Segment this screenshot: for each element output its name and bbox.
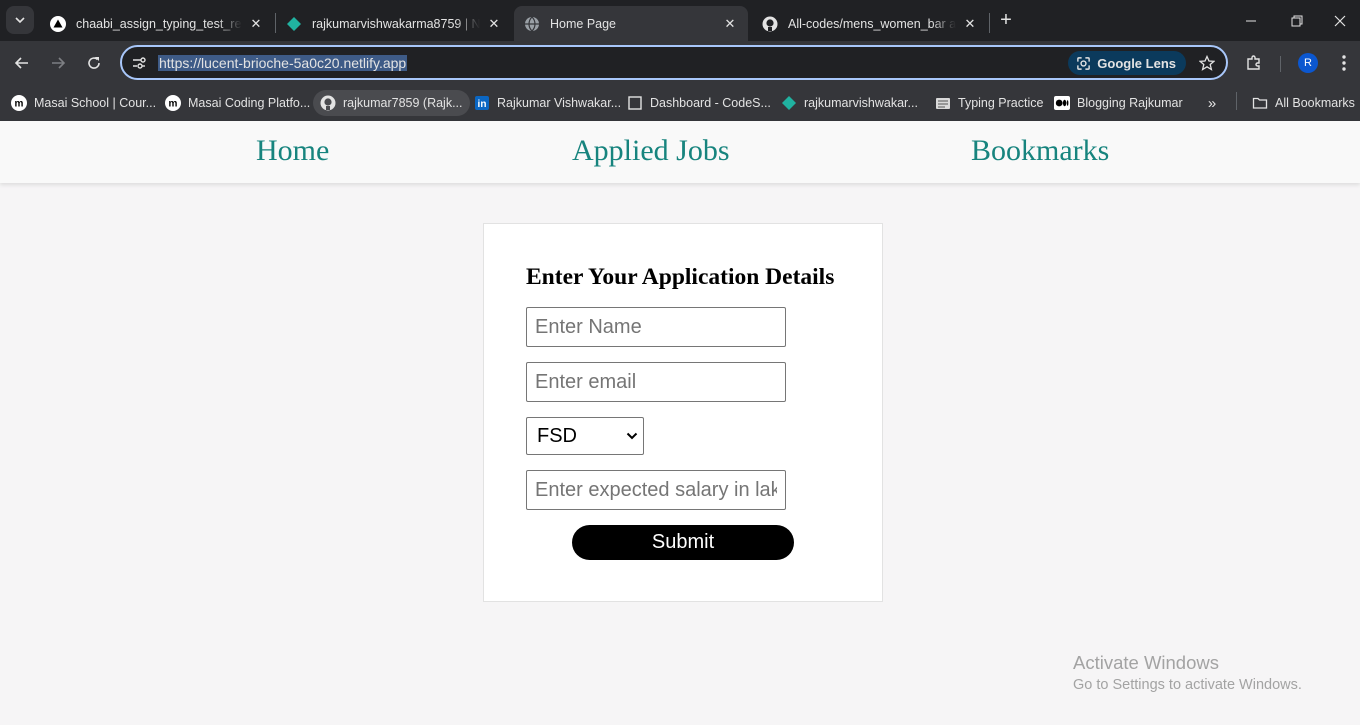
application-form: Enter Your Application Details FSD Submi… (483, 223, 883, 602)
watermark-title: Activate Windows (1073, 652, 1219, 673)
more-vertical-icon (1342, 55, 1346, 71)
forward-button[interactable] (44, 49, 72, 77)
close-tab-icon[interactable]: ✕ (722, 16, 738, 32)
browser-menu-button[interactable] (1330, 49, 1358, 77)
globe-icon (524, 16, 540, 32)
browser-tab-3[interactable]: Home Page ✕ (514, 6, 748, 41)
folder-icon (1252, 95, 1268, 111)
bookmark-star-icon[interactable] (1198, 54, 1216, 72)
netlify-diamond-icon (286, 16, 302, 32)
more-bookmarks-button[interactable]: » (1200, 90, 1224, 116)
medium-icon (1054, 95, 1070, 111)
bookmark-item[interactable]: Blogging Rajkumar (1047, 90, 1190, 116)
bookmark-label: Typing Practice (958, 96, 1044, 110)
bookmark-label: Blogging Rajkumar (1077, 96, 1183, 110)
url-text[interactable]: https://lucent-brioche-5a0c20.netlify.ap… (158, 55, 408, 71)
all-bookmarks-label: All Bookmarks (1275, 96, 1355, 110)
bookmark-label: Dashboard - CodeS... (650, 96, 771, 110)
restore-icon (1291, 15, 1303, 26)
close-tab-icon[interactable]: ✕ (962, 16, 978, 32)
minimize-icon (1246, 20, 1256, 21)
tab-title: chaabi_assign_typing_test_react (76, 16, 242, 31)
bookmark-item[interactable]: rajkumar7859 (Rajk... (313, 90, 470, 116)
bookmark-label: Rajkumar Vishwakar... (497, 96, 622, 110)
svg-text:in: in (478, 99, 487, 110)
site-settings-icon[interactable] (130, 54, 148, 72)
bookmark-label: rajkumar7859 (Rajk... (343, 96, 463, 110)
tab-title: All-codes/mens_women_bar at main (788, 16, 956, 31)
bookmarks-bar: m Masai School | Cour... m Masai Coding … (0, 85, 1360, 121)
watermark-subtitle: Go to Settings to activate Windows. (1073, 677, 1302, 693)
nav-link-bookmarks[interactable]: Bookmarks (971, 133, 1109, 169)
masai-icon: m (165, 95, 181, 111)
codes-icon (627, 95, 643, 111)
masai-icon: m (11, 95, 27, 111)
nav-link-applied-jobs[interactable]: Applied Jobs (572, 133, 730, 169)
bookmark-label: Masai Coding Platfo... (188, 96, 311, 110)
bookmark-item[interactable]: in Rajkumar Vishwakar... (467, 90, 628, 116)
reload-icon (88, 57, 100, 69)
page-content: Home Applied Jobs Bookmarks Enter Your A… (0, 121, 1360, 725)
tab-search-button[interactable] (6, 6, 34, 34)
linkedin-icon: in (474, 95, 490, 111)
puzzle-icon (1247, 55, 1260, 70)
netlify-diamond-icon (781, 95, 797, 111)
close-tab-icon[interactable]: ✕ (486, 16, 502, 32)
browser-tab-4[interactable]: All-codes/mens_women_bar at main ✕ (752, 6, 988, 41)
bookmark-item[interactable]: Typing Practice (928, 90, 1050, 116)
google-lens-button[interactable]: Google Lens (1068, 51, 1186, 75)
browser-tab-strip: chaabi_assign_typing_test_react ✕ rajkum… (0, 0, 1360, 41)
extensions-button[interactable] (1240, 49, 1268, 77)
chevron-down-icon (15, 17, 25, 24)
minimize-button[interactable] (1228, 0, 1274, 41)
tab-title: rajkumarvishwakarma8759 | Netlify (312, 16, 480, 31)
back-arrow-icon (14, 57, 28, 69)
name-input[interactable] (526, 307, 786, 347)
bookmark-item[interactable]: Dashboard - CodeS... (620, 90, 778, 116)
bookmark-item[interactable]: m Masai School | Cour... (4, 90, 163, 116)
svg-text:m: m (15, 99, 24, 110)
site-navbar: Home Applied Jobs Bookmarks (0, 121, 1360, 183)
forward-arrow-icon (52, 57, 66, 69)
svg-text:m: m (169, 99, 178, 110)
close-tab-icon[interactable]: ✕ (248, 16, 264, 32)
github-icon (762, 16, 778, 32)
restore-button[interactable] (1274, 0, 1320, 41)
role-select-value: FSD (537, 424, 577, 447)
browser-tab-2[interactable]: rajkumarvishwakarma8759 | Netlify ✕ (276, 6, 512, 41)
email-input[interactable] (526, 362, 786, 402)
google-lens-label: Google Lens (1097, 55, 1176, 71)
google-lens-icon (1077, 56, 1091, 70)
github-icon (320, 95, 336, 111)
typing-icon (935, 95, 951, 111)
close-window-button[interactable] (1320, 0, 1360, 41)
bookmark-item[interactable]: rajkumarvishwakar... (774, 90, 925, 116)
bookmark-item[interactable]: m Masai Coding Platfo... (158, 90, 317, 116)
back-button[interactable] (8, 49, 36, 77)
address-bar[interactable]: https://lucent-brioche-5a0c20.netlify.ap… (120, 45, 1228, 80)
profile-avatar[interactable]: R (1298, 53, 1318, 73)
new-tab-button[interactable]: + (994, 9, 1018, 33)
bookmark-label: Masai School | Cour... (34, 96, 157, 110)
salary-input[interactable] (526, 470, 786, 510)
close-icon (1334, 15, 1346, 26)
tab-divider (989, 13, 990, 33)
reload-button[interactable] (80, 49, 108, 77)
bookmarks-divider (1236, 92, 1237, 110)
browser-toolbar: https://lucent-brioche-5a0c20.netlify.ap… (0, 41, 1360, 85)
all-bookmarks-button[interactable]: All Bookmarks (1245, 90, 1360, 116)
role-select[interactable]: FSD (526, 417, 644, 455)
browser-tab-1[interactable]: chaabi_assign_typing_test_react ✕ (40, 6, 274, 41)
nav-link-home[interactable]: Home (256, 133, 329, 169)
submit-button[interactable]: Submit (572, 525, 794, 560)
form-title: Enter Your Application Details (526, 264, 835, 290)
toolbar-divider (1280, 56, 1281, 72)
tab-title: Home Page (550, 16, 617, 31)
chevron-down-icon (626, 432, 638, 440)
bookmark-label: rajkumarvishwakar... (804, 96, 918, 110)
netlify-triangle-icon (50, 15, 66, 32)
windows-activation-watermark: Activate Windows Go to Settings to activ… (1073, 651, 1302, 695)
